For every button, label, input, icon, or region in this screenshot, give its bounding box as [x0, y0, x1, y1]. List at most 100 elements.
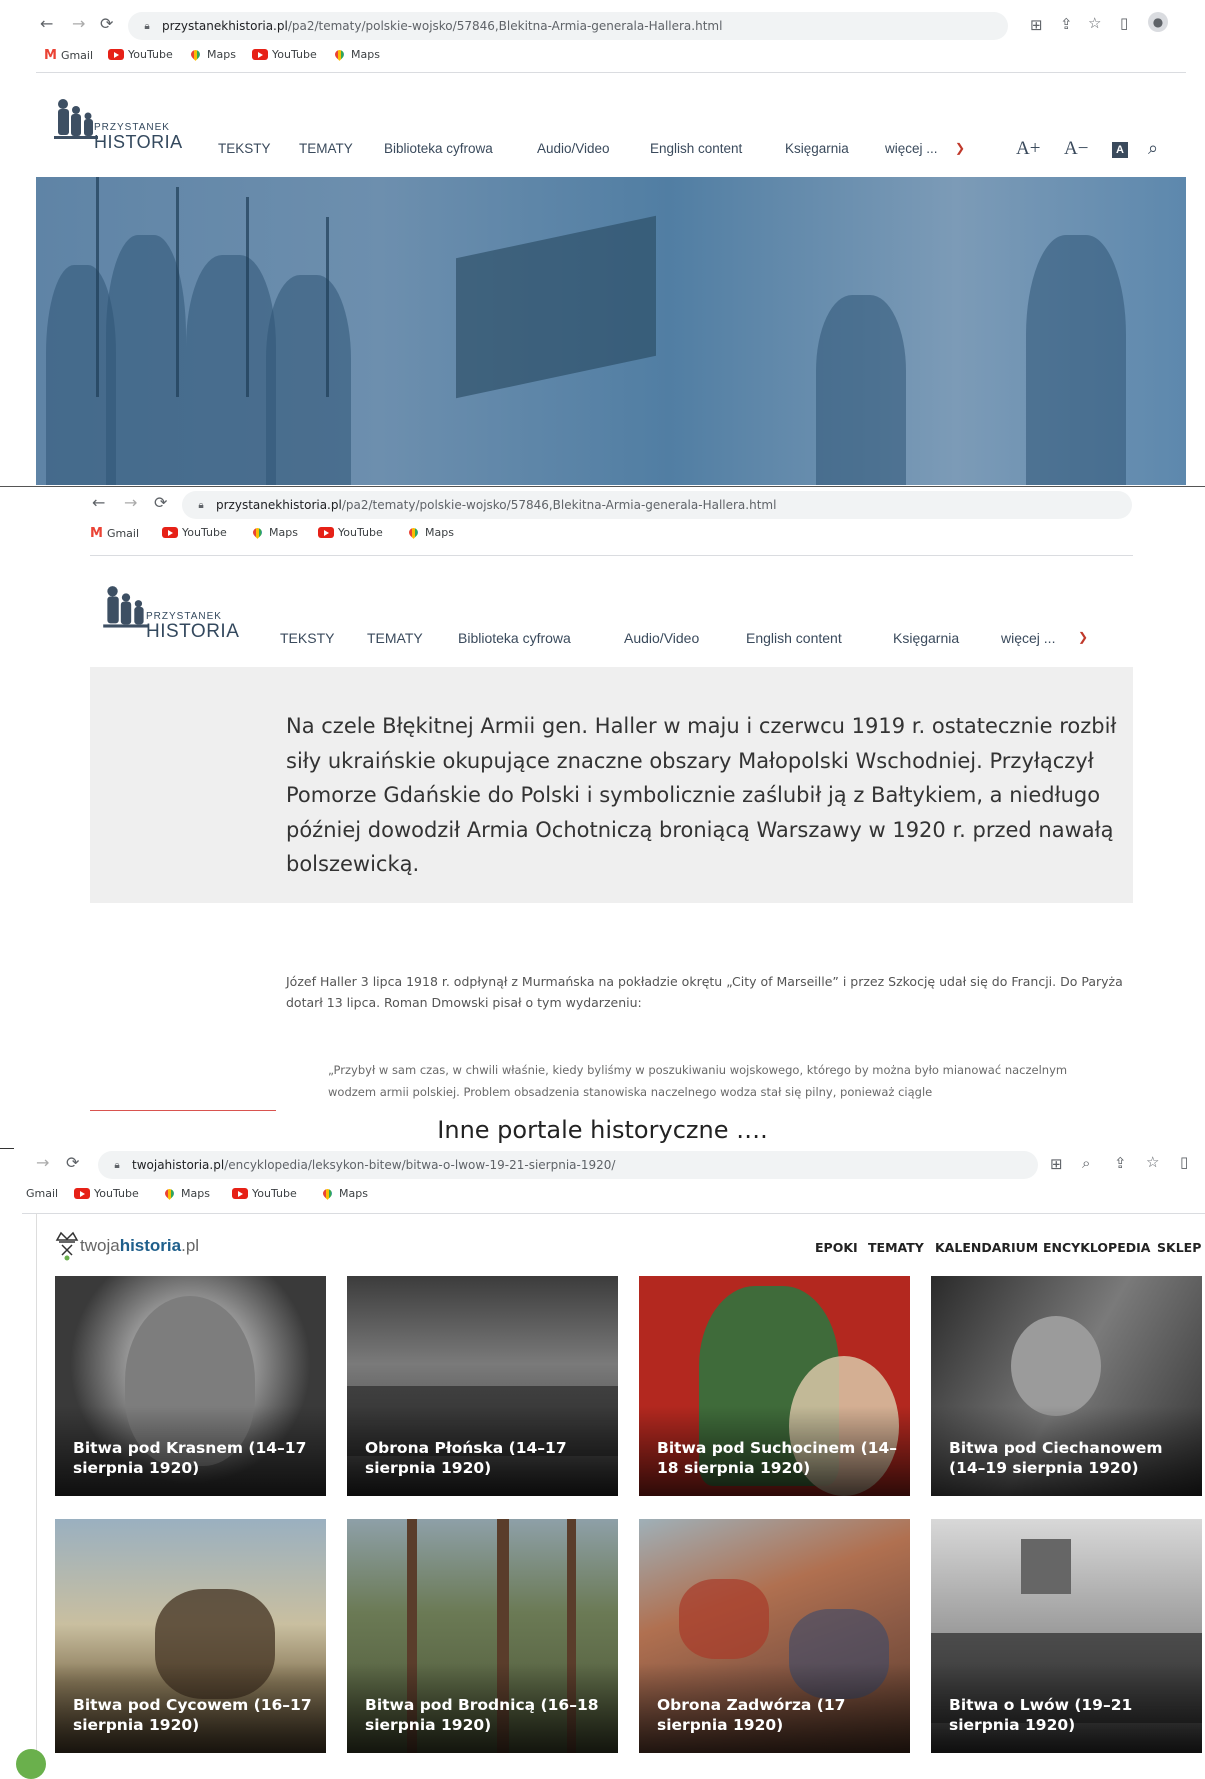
bookmark-gmail[interactable]: Gmail [26, 1187, 58, 1200]
bookmark-maps[interactable]: Maps [188, 48, 236, 61]
youtube-icon [318, 527, 334, 538]
nav-ksiegarnia[interactable]: Księgarnia [893, 630, 959, 646]
forward-icon[interactable]: → [72, 14, 85, 33]
article-card[interactable]: Bitwa pod Cycowem (16–17 sierpnia 1920) [55, 1519, 326, 1753]
bookmark-youtube[interactable]: YouTube [232, 1187, 297, 1200]
star-icon[interactable]: ☆ [1146, 1153, 1159, 1171]
translate-icon[interactable]: ⊞ [1050, 1155, 1063, 1173]
nav-english[interactable]: English content [650, 141, 742, 156]
youtube-icon [252, 49, 268, 60]
lock-icon: 🔒︎ [144, 20, 150, 32]
maps-icon [321, 1187, 334, 1200]
article-card[interactable]: Obrona Płońska (14–17 sierpnia 1920) [347, 1276, 618, 1496]
url-host: przystanekhistoria.pl [162, 19, 288, 33]
bookmark-youtube[interactable]: YouTube [108, 48, 173, 61]
reload-icon[interactable]: ⟳ [100, 14, 113, 33]
star-icon[interactable]: ☆ [1088, 14, 1101, 32]
article-card[interactable]: Bitwa pod Krasnem (14–17 sierpnia 1920) [55, 1276, 326, 1496]
nav-tematy[interactable]: TEMATY [367, 630, 423, 646]
logo-figures-icon [54, 99, 98, 139]
translate-icon[interactable]: ⊞ [1030, 16, 1043, 34]
contrast-icon[interactable]: A [1112, 142, 1128, 158]
logo-text-c: .pl [181, 1236, 200, 1255]
bookmark-gmail[interactable]: M Gmail [90, 526, 139, 541]
youtube-icon [232, 1188, 248, 1199]
bookmark-maps[interactable]: Maps [332, 48, 380, 61]
card-title: Obrona Zadwórza (17 sierpnia 1920) [657, 1696, 846, 1734]
chevron-down-icon[interactable]: ❯ [1078, 630, 1088, 644]
address-bar[interactable]: 🔒︎ twojahistoria.pl/encyklopedia/leksyko… [98, 1151, 1038, 1179]
bookmark-maps[interactable]: Maps [406, 526, 454, 539]
nav-wiecej[interactable]: więcej ... [885, 141, 938, 156]
nav-ksiegarnia[interactable]: Księgarnia [785, 141, 849, 156]
chevron-down-icon[interactable]: ❯ [955, 141, 965, 155]
bookmark-youtube[interactable]: YouTube [318, 526, 383, 539]
sidepanel-icon[interactable]: ▯ [1180, 1153, 1188, 1171]
forward-icon[interactable]: → [36, 1153, 49, 1172]
bookmark-youtube[interactable]: YouTube [252, 48, 317, 61]
nav-teksty[interactable]: TEKSTY [280, 630, 334, 646]
site-logo[interactable]: PRZYSTANEK HISTORIA [102, 583, 242, 643]
url-path: /pa2/tematy/polskie-wojsko/57846,Blekitn… [287, 19, 723, 33]
back-icon[interactable]: ← [40, 14, 53, 33]
sidepanel-icon[interactable]: ▯ [1120, 14, 1128, 32]
nav-biblioteka[interactable]: Biblioteka cyfrowa [458, 630, 571, 646]
screenshot-2: ← → ⟳ 🔒︎ przystanekhistoria.pl/pa2/temat… [0, 487, 1205, 1117]
address-bar[interactable]: 🔒︎ przystanekhistoria.pl/pa2/tematy/pols… [182, 491, 1132, 519]
article-card[interactable]: Bitwa pod Ciechanowem (14–19 sierpnia 19… [931, 1276, 1202, 1496]
nav-epoki[interactable]: EPOKI [815, 1240, 858, 1255]
nav-english[interactable]: English content [746, 630, 842, 646]
nav-tematy[interactable]: TEMATY [299, 141, 353, 156]
site-logo[interactable]: twoja historia .pl [54, 1229, 199, 1263]
nav-kalendarium[interactable]: KALENDARIUM [935, 1240, 1038, 1255]
maps-icon [407, 526, 420, 539]
forward-icon[interactable]: → [124, 493, 137, 512]
url-host: przystanekhistoria.pl [216, 498, 342, 512]
nav-tematy[interactable]: TEMATY [868, 1240, 924, 1255]
share-icon[interactable]: ⇪ [1060, 15, 1073, 33]
article-card[interactable]: Bitwa o Lwów (19–21 sierpnia 1920) [931, 1519, 1202, 1753]
profile-icon[interactable]: ● [1148, 12, 1168, 32]
card-title: Bitwa pod Cycowem (16–17 sierpnia 1920) [73, 1696, 312, 1734]
nav-sklep[interactable]: SKLEP [1157, 1240, 1201, 1255]
lead-paragraph: Na czele Błękitnej Armii gen. Haller w m… [286, 714, 1117, 876]
font-increase-button[interactable]: A+ [1016, 138, 1040, 160]
site-logo[interactable]: PRZYSTANEK HISTORIA [54, 96, 184, 156]
article-card[interactable]: Bitwa pod Brodnicą (16–18 sierpnia 1920) [347, 1519, 618, 1753]
share-icon[interactable]: ⇪ [1114, 1154, 1127, 1172]
logo-text-big: HISTORIA [146, 621, 240, 642]
nav-audio-video[interactable]: Audio/Video [537, 141, 610, 156]
bookmark-maps[interactable]: Maps [162, 1187, 210, 1200]
toolbar-divider [90, 555, 1133, 556]
bookmark-maps[interactable]: Maps [250, 526, 298, 539]
maps-icon [163, 1187, 176, 1200]
font-decrease-button[interactable]: A− [1064, 138, 1088, 160]
maps-icon [189, 48, 202, 61]
quote-overflow [328, 1103, 1088, 1117]
search-icon[interactable]: ⌕ [1148, 138, 1158, 159]
reload-icon[interactable]: ⟳ [66, 1153, 79, 1172]
bookmark-maps[interactable]: Maps [320, 1187, 368, 1200]
address-bar[interactable]: 🔒︎ przystanekhistoria.pl/pa2/tematy/pols… [128, 12, 1008, 40]
screenshot-1: ← → ⟳ 🔒︎ przystanekhistoria.pl/pa2/temat… [0, 0, 1205, 485]
chat-bubble-icon[interactable] [16, 1749, 46, 1779]
article-card[interactable]: Obrona Zadwórza (17 sierpnia 1920) [639, 1519, 910, 1753]
bookmark-youtube[interactable]: YouTube [74, 1187, 139, 1200]
youtube-icon [162, 527, 178, 538]
nav-teksty[interactable]: TEKSTY [218, 141, 271, 156]
reload-icon[interactable]: ⟳ [154, 493, 167, 512]
nav-encyklopedia[interactable]: ENCYKLOPEDIA [1043, 1240, 1150, 1255]
screenshot-3: → ⟳ 🔒︎ twojahistoria.pl/encyklopedia/lek… [0, 1149, 1205, 1779]
nav-audio-video[interactable]: Audio/Video [624, 630, 699, 646]
article-card[interactable]: Bitwa pod Suchocinem (14–18 sierpnia 192… [639, 1276, 910, 1496]
nav-biblioteka[interactable]: Biblioteka cyfrowa [384, 141, 493, 156]
maps-icon [333, 48, 346, 61]
back-icon[interactable]: ← [92, 493, 105, 512]
zoom-icon[interactable]: ⌕ [1082, 1154, 1090, 1172]
bookmark-youtube[interactable]: YouTube [162, 526, 227, 539]
nav-wiecej[interactable]: więcej ... [1001, 630, 1055, 646]
accent-line [90, 1110, 276, 1111]
toolbar-divider [22, 1213, 1205, 1214]
hero-image [36, 177, 1186, 485]
bookmark-gmail[interactable]: M Gmail [44, 48, 93, 63]
